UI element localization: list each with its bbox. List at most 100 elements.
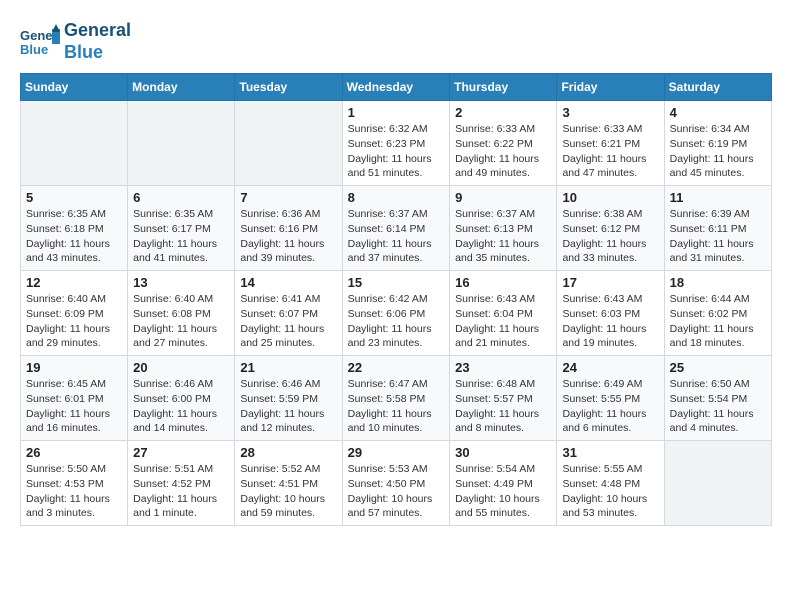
day-number: 14 (240, 275, 336, 290)
logo-text-blue: Blue (64, 42, 131, 64)
day-number: 6 (133, 190, 229, 205)
day-number: 2 (455, 105, 551, 120)
day-info: Sunrise: 6:37 AM Sunset: 6:14 PM Dayligh… (348, 207, 445, 266)
day-number: 7 (240, 190, 336, 205)
calendar-cell: 15 Sunrise: 6:42 AM Sunset: 6:06 PM Dayli… (342, 271, 450, 356)
day-number: 19 (26, 360, 122, 375)
calendar-cell: 30 Sunrise: 5:54 AM Sunset: 4:49 PM Dayli… (450, 441, 557, 526)
day-info: Sunrise: 5:50 AM Sunset: 4:53 PM Dayligh… (26, 462, 122, 521)
calendar-cell: 24 Sunrise: 6:49 AM Sunset: 5:55 PM Dayli… (557, 356, 664, 441)
col-saturday: Saturday (664, 74, 771, 101)
calendar-week-5: 26 Sunrise: 5:50 AM Sunset: 4:53 PM Dayli… (21, 441, 772, 526)
day-number: 8 (348, 190, 445, 205)
day-number: 26 (26, 445, 122, 460)
day-info: Sunrise: 6:49 AM Sunset: 5:55 PM Dayligh… (562, 377, 658, 436)
day-info: Sunrise: 6:42 AM Sunset: 6:06 PM Dayligh… (348, 292, 445, 351)
day-info: Sunrise: 5:54 AM Sunset: 4:49 PM Dayligh… (455, 462, 551, 521)
calendar-cell: 3Sunrise: 6:33 AM Sunset: 6:21 PM Daylig… (557, 101, 664, 186)
day-number: 28 (240, 445, 336, 460)
calendar-cell: 25 Sunrise: 6:50 AM Sunset: 5:54 PM Dayli… (664, 356, 771, 441)
calendar-cell: 10 Sunrise: 6:38 AM Sunset: 6:12 PM Dayli… (557, 186, 664, 271)
day-number: 30 (455, 445, 551, 460)
calendar-cell: 6 Sunrise: 6:35 AM Sunset: 6:17 PM Daylig… (128, 186, 235, 271)
calendar-cell: 12 Sunrise: 6:40 AM Sunset: 6:09 PM Dayli… (21, 271, 128, 356)
day-number: 1 (348, 105, 445, 120)
calendar-week-2: 5Sunrise: 6:35 AM Sunset: 6:18 PM Daylig… (21, 186, 772, 271)
svg-text:Blue: Blue (20, 42, 48, 57)
col-friday: Friday (557, 74, 664, 101)
day-info: Sunrise: 5:53 AM Sunset: 4:50 PM Dayligh… (348, 462, 445, 521)
day-info: Sunrise: 6:33 AM Sunset: 6:21 PM Dayligh… (562, 122, 658, 181)
day-number: 12 (26, 275, 122, 290)
day-info: Sunrise: 6:46 AM Sunset: 6:00 PM Dayligh… (133, 377, 229, 436)
day-info: Sunrise: 5:51 AM Sunset: 4:52 PM Dayligh… (133, 462, 229, 521)
calendar-cell: 16 Sunrise: 6:43 AM Sunset: 6:04 PM Dayli… (450, 271, 557, 356)
calendar-cell: 8 Sunrise: 6:37 AM Sunset: 6:14 PM Daylig… (342, 186, 450, 271)
day-number: 21 (240, 360, 336, 375)
day-number: 9 (455, 190, 551, 205)
calendar-cell: 11 Sunrise: 6:39 AM Sunset: 6:11 PM Dayli… (664, 186, 771, 271)
col-wednesday: Wednesday (342, 74, 450, 101)
calendar-cell (235, 101, 342, 186)
day-info: Sunrise: 5:55 AM Sunset: 4:48 PM Dayligh… (562, 462, 658, 521)
day-info: Sunrise: 6:35 AM Sunset: 6:18 PM Dayligh… (26, 207, 122, 266)
col-sunday: Sunday (21, 74, 128, 101)
calendar-cell (128, 101, 235, 186)
calendar-cell: 29 Sunrise: 5:53 AM Sunset: 4:50 PM Dayli… (342, 441, 450, 526)
day-info: Sunrise: 6:34 AM Sunset: 6:19 PM Dayligh… (670, 122, 766, 181)
day-info: Sunrise: 6:41 AM Sunset: 6:07 PM Dayligh… (240, 292, 336, 351)
day-info: Sunrise: 5:52 AM Sunset: 4:51 PM Dayligh… (240, 462, 336, 521)
day-number: 29 (348, 445, 445, 460)
col-monday: Monday (128, 74, 235, 101)
calendar-cell: 13 Sunrise: 6:40 AM Sunset: 6:08 PM Dayli… (128, 271, 235, 356)
day-info: Sunrise: 6:43 AM Sunset: 6:04 PM Dayligh… (455, 292, 551, 351)
calendar-cell: 22 Sunrise: 6:47 AM Sunset: 5:58 PM Dayli… (342, 356, 450, 441)
day-info: Sunrise: 6:32 AM Sunset: 6:23 PM Dayligh… (348, 122, 445, 181)
calendar-week-1: 1 Sunrise: 6:32 AM Sunset: 6:23 PM Daylig… (21, 101, 772, 186)
day-number: 16 (455, 275, 551, 290)
day-number: 23 (455, 360, 551, 375)
day-info: Sunrise: 6:47 AM Sunset: 5:58 PM Dayligh… (348, 377, 445, 436)
calendar-cell: 18Sunrise: 6:44 AM Sunset: 6:02 PM Dayli… (664, 271, 771, 356)
logo-icon: General Blue (20, 24, 60, 59)
calendar-cell: 2 Sunrise: 6:33 AM Sunset: 6:22 PM Daylig… (450, 101, 557, 186)
day-number: 22 (348, 360, 445, 375)
page-header: General Blue General Blue (20, 20, 772, 63)
logo-text-general: General (64, 20, 131, 42)
calendar-cell: 19Sunrise: 6:45 AM Sunset: 6:01 PM Dayli… (21, 356, 128, 441)
day-number: 10 (562, 190, 658, 205)
col-tuesday: Tuesday (235, 74, 342, 101)
day-info: Sunrise: 6:50 AM Sunset: 5:54 PM Dayligh… (670, 377, 766, 436)
day-info: Sunrise: 6:46 AM Sunset: 5:59 PM Dayligh… (240, 377, 336, 436)
day-number: 31 (562, 445, 658, 460)
day-number: 13 (133, 275, 229, 290)
day-info: Sunrise: 6:38 AM Sunset: 6:12 PM Dayligh… (562, 207, 658, 266)
day-number: 25 (670, 360, 766, 375)
day-info: Sunrise: 6:40 AM Sunset: 6:09 PM Dayligh… (26, 292, 122, 351)
calendar-cell: 28 Sunrise: 5:52 AM Sunset: 4:51 PM Dayli… (235, 441, 342, 526)
day-info: Sunrise: 6:33 AM Sunset: 6:22 PM Dayligh… (455, 122, 551, 181)
day-info: Sunrise: 6:35 AM Sunset: 6:17 PM Dayligh… (133, 207, 229, 266)
calendar-cell (21, 101, 128, 186)
calendar-cell: 27 Sunrise: 5:51 AM Sunset: 4:52 PM Dayli… (128, 441, 235, 526)
calendar-cell: 23 Sunrise: 6:48 AM Sunset: 5:57 PM Dayli… (450, 356, 557, 441)
calendar-cell: 9Sunrise: 6:37 AM Sunset: 6:13 PM Daylig… (450, 186, 557, 271)
calendar-week-3: 12 Sunrise: 6:40 AM Sunset: 6:09 PM Dayli… (21, 271, 772, 356)
day-number: 15 (348, 275, 445, 290)
day-number: 24 (562, 360, 658, 375)
calendar-week-4: 19Sunrise: 6:45 AM Sunset: 6:01 PM Dayli… (21, 356, 772, 441)
calendar-cell: 21 Sunrise: 6:46 AM Sunset: 5:59 PM Dayli… (235, 356, 342, 441)
calendar-table: Sunday Monday Tuesday Wednesday Thursday… (20, 73, 772, 526)
day-info: Sunrise: 6:48 AM Sunset: 5:57 PM Dayligh… (455, 377, 551, 436)
day-number: 27 (133, 445, 229, 460)
day-info: Sunrise: 6:43 AM Sunset: 6:03 PM Dayligh… (562, 292, 658, 351)
calendar-cell: 1 Sunrise: 6:32 AM Sunset: 6:23 PM Daylig… (342, 101, 450, 186)
day-info: Sunrise: 6:39 AM Sunset: 6:11 PM Dayligh… (670, 207, 766, 266)
day-info: Sunrise: 6:44 AM Sunset: 6:02 PM Dayligh… (670, 292, 766, 351)
col-thursday: Thursday (450, 74, 557, 101)
day-number: 11 (670, 190, 766, 205)
calendar-cell: 5Sunrise: 6:35 AM Sunset: 6:18 PM Daylig… (21, 186, 128, 271)
day-info: Sunrise: 6:36 AM Sunset: 6:16 PM Dayligh… (240, 207, 336, 266)
day-info: Sunrise: 6:40 AM Sunset: 6:08 PM Dayligh… (133, 292, 229, 351)
calendar-cell: 14 Sunrise: 6:41 AM Sunset: 6:07 PM Dayli… (235, 271, 342, 356)
